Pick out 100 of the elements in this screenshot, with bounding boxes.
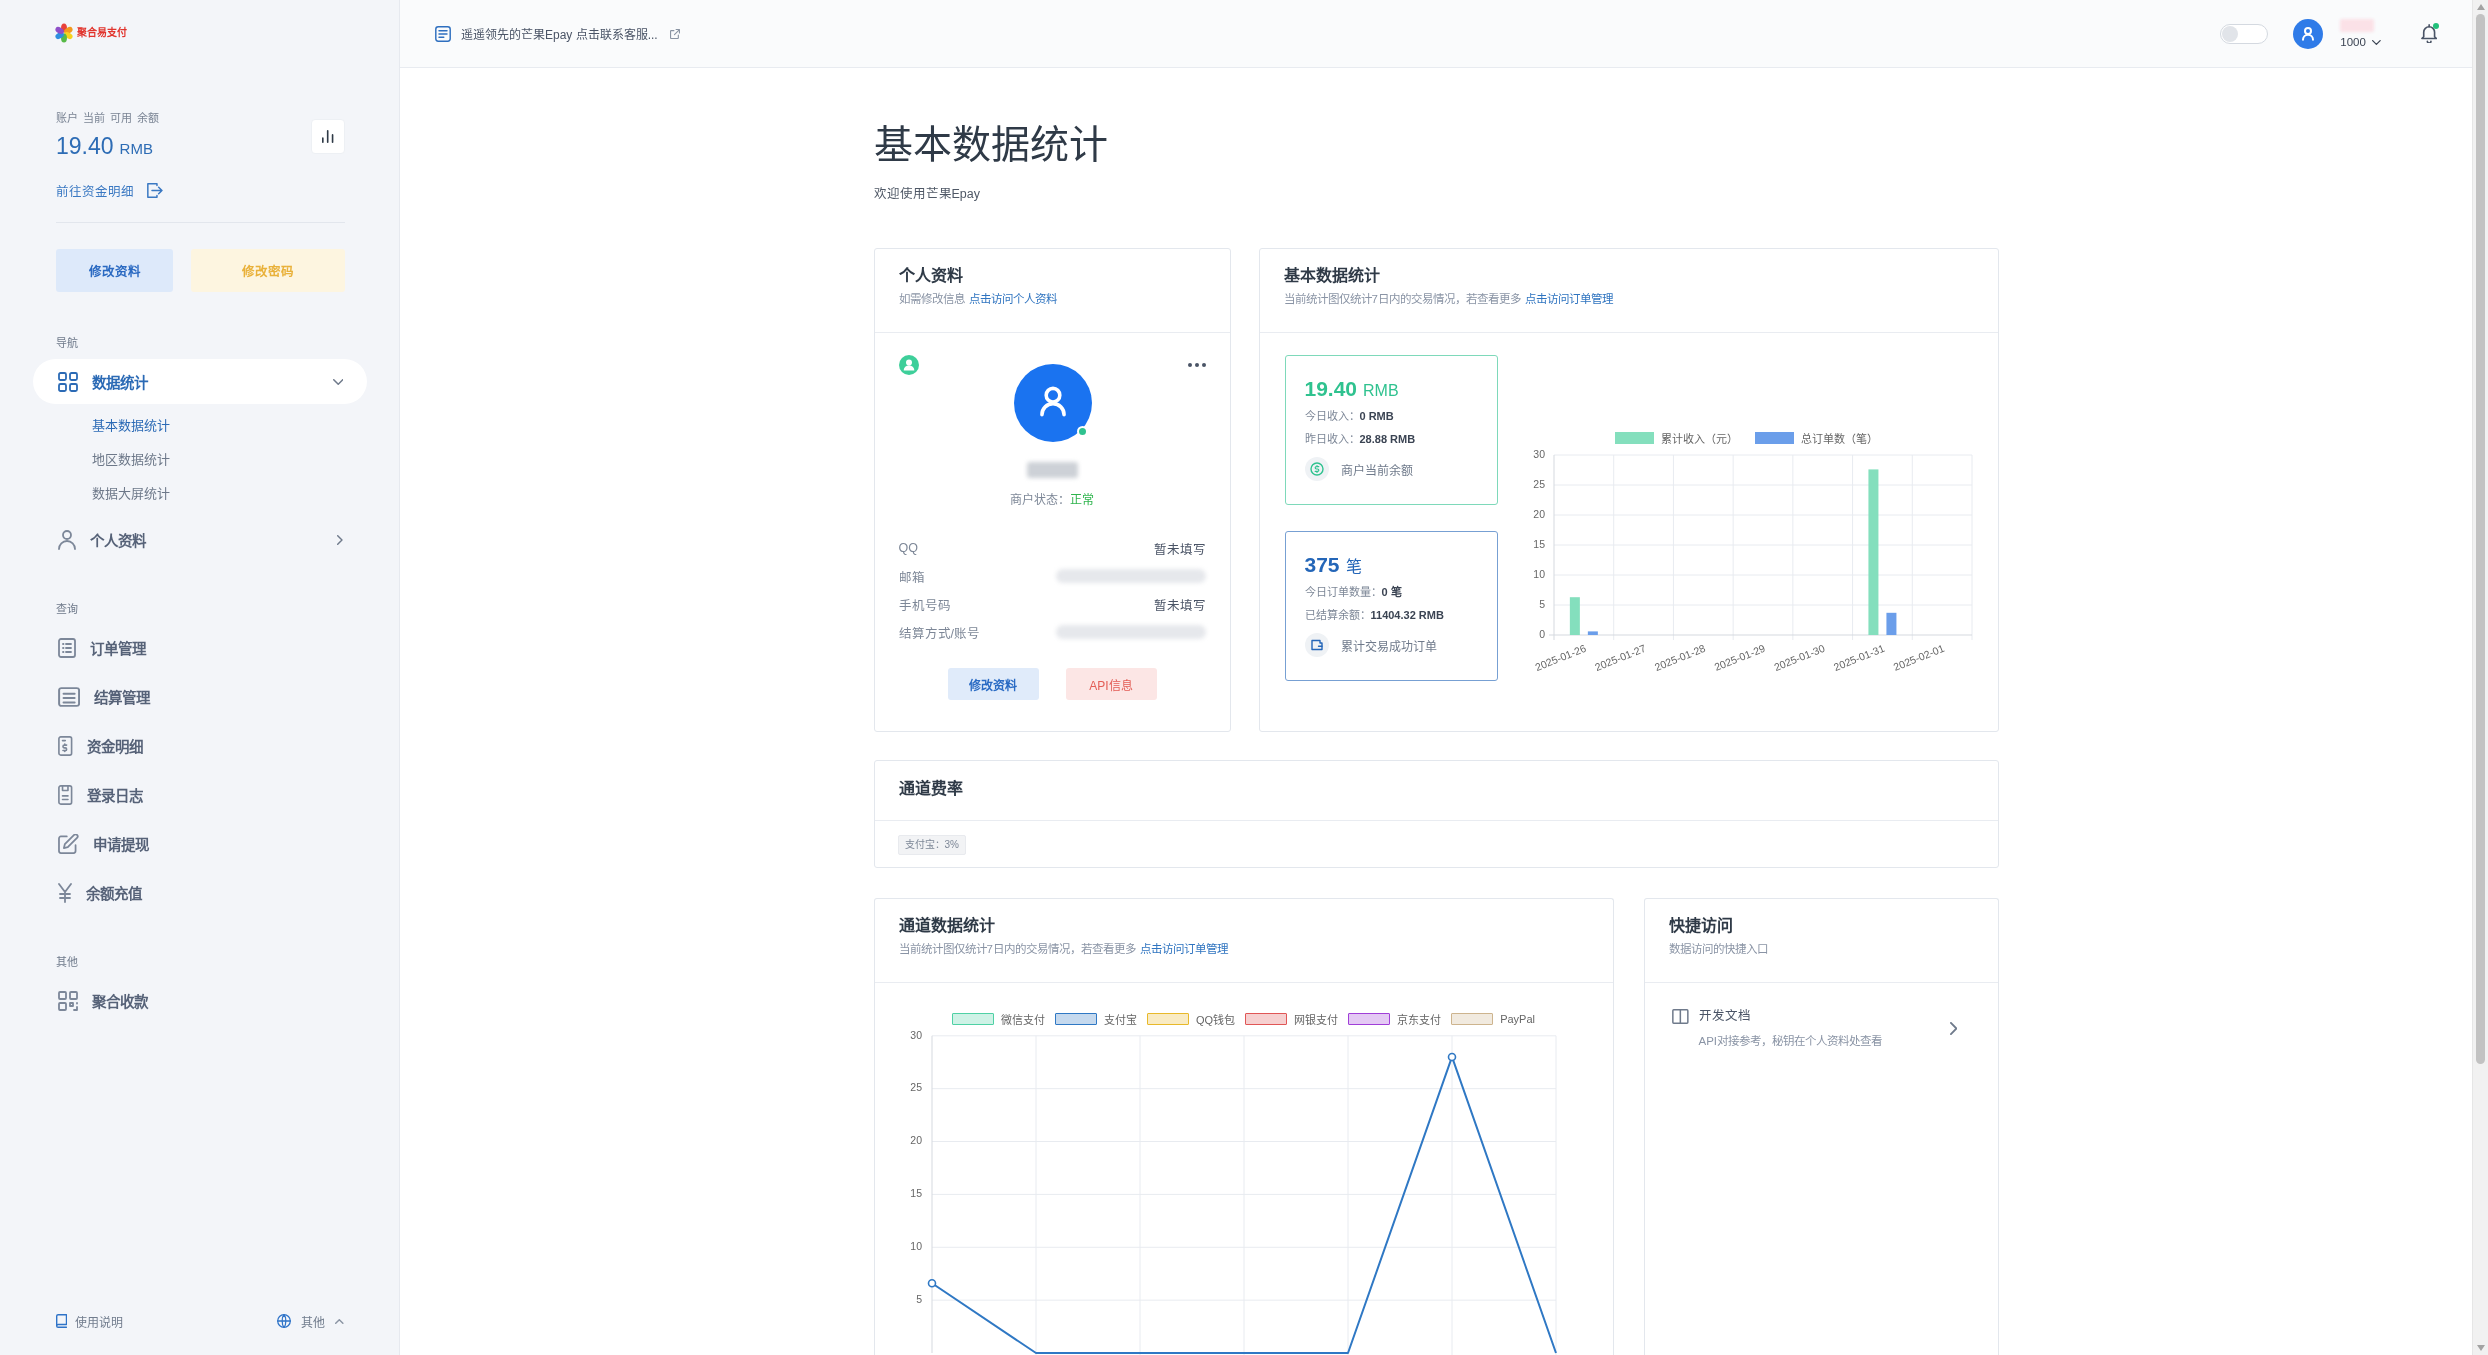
legend-label: 京东支付 (1397, 1013, 1442, 1027)
balance-amount: 19.40 (56, 132, 114, 161)
legend-label: 支付宝 (1104, 1013, 1137, 1027)
data-point (1447, 1052, 1456, 1062)
field-label: 手机号码 (898, 597, 951, 614)
chart-bar (1587, 631, 1598, 635)
y-tick-label: 15 (1532, 537, 1545, 550)
page-title: 基本数据统计 (873, 122, 1108, 168)
document-lines-icon (58, 686, 81, 707)
external-link-icon (669, 28, 680, 39)
toggle-switch[interactable] (2220, 23, 2269, 44)
section-heading: 其他 (56, 955, 78, 970)
y-tick-label: 30 (909, 1028, 922, 1041)
nav-subitem[interactable]: 地区数据统计 (92, 441, 170, 475)
logo-text: 聚合易支付 (77, 27, 127, 39)
chevron-down-icon (2371, 39, 2381, 45)
action-button[interactable]: 修改资料 (56, 249, 173, 292)
nav-item[interactable]: 数据统计 (33, 359, 367, 404)
nav-item[interactable]: 个人资料 (33, 517, 367, 562)
nav-item[interactable]: 余额充值 (33, 870, 367, 915)
avatar-icon[interactable] (2293, 18, 2324, 49)
card-title: 通道数据统计 (898, 915, 995, 936)
card-link[interactable]: 点击访问个人资料 (968, 293, 1057, 305)
section-heading: 导航 (56, 336, 78, 351)
y-tick-label: 20 (909, 1134, 922, 1147)
nav-subitem[interactable]: 基本数据统计 (92, 407, 170, 441)
card-link[interactable]: 点击访问订单管理 (1139, 943, 1228, 955)
legend-label: 总订单数（笔） (1801, 432, 1878, 446)
stat-unit: RMB (1363, 382, 1399, 400)
stat-detail: 今日订单数量：0 笔 (1304, 584, 1403, 600)
book-icon (56, 1314, 68, 1328)
chart-bar (1569, 597, 1580, 635)
yen-icon (58, 882, 72, 903)
field-label: 结算方式/账号 (898, 625, 980, 642)
field-label: 邮箱 (898, 569, 925, 586)
nav-item[interactable]: 登录日志 (33, 772, 367, 817)
more-icon[interactable] (1187, 363, 1206, 367)
grid-icon (58, 371, 78, 392)
flower-logo-icon (54, 23, 74, 43)
stat-caption: 商户当前余额 (1340, 462, 1413, 478)
chart-bar (1885, 612, 1896, 635)
field-label: QQ (898, 541, 918, 555)
scrollbar-thumb[interactable] (2476, 14, 2485, 1064)
more-menu[interactable]: 其他 (277, 1312, 344, 1330)
chevron-right-icon[interactable] (1949, 1021, 1958, 1035)
scroll-up-icon (2476, 4, 2485, 10)
action-button[interactable]: API信息 (1065, 668, 1157, 700)
currency-label: RMB (119, 140, 153, 157)
user-badge-icon (898, 355, 919, 375)
field-value: 暂未填写 (1153, 597, 1206, 614)
field-value: 暂未填写 (1153, 541, 1206, 558)
nav-item[interactable]: 订单管理 (33, 625, 367, 670)
quick-link[interactable]: 开发文档 (1698, 1006, 1751, 1026)
chart-button[interactable] (311, 118, 345, 154)
y-tick-label: 20 (1532, 507, 1545, 520)
card-subtitle: 数据访问的快捷入口 (1668, 942, 1768, 957)
stat-detail: 今日收入：0 RMB (1304, 409, 1395, 424)
card-subtitle: 当前统计图仅统计7日内的交易情况，若查看更多 点击访问订单管理 (1283, 292, 1613, 307)
card-link[interactable]: 点击访问订单管理 (1524, 293, 1613, 305)
quick-link-description: API对接参考，秘钥在个人资料处查看 (1698, 1034, 1883, 1049)
nav-item[interactable]: 结算管理 (33, 674, 367, 719)
y-tick-label: 25 (909, 1081, 922, 1094)
y-tick-label: 10 (909, 1240, 922, 1253)
nav-item[interactable]: 聚合收款 (33, 978, 367, 1023)
person-icon (58, 529, 76, 550)
y-tick-label: 5 (915, 1292, 922, 1305)
globe-icon (277, 1314, 292, 1328)
y-tick-label: 30 (1532, 447, 1545, 460)
action-button[interactable]: 修改资料 (947, 668, 1039, 700)
scroll-down-icon (2476, 1345, 2485, 1351)
legend-label: 微信支付 (1001, 1013, 1045, 1027)
wallet-icon (1304, 633, 1329, 657)
bell-icon[interactable] (2420, 24, 2437, 43)
user-menu[interactable]: 1000 (2340, 36, 2381, 48)
dollar-document-icon (58, 735, 73, 756)
nav-subitem[interactable]: 数据大屏统计 (92, 475, 170, 509)
stat-caption: 累计交易成功订单 (1340, 638, 1437, 654)
notice-link[interactable]: 遥遥领先的芒果Epay 点击联系客服... (461, 25, 658, 42)
legend-label: QQ钱包 (1196, 1013, 1236, 1027)
stat-detail: 昨日收入：28.88 RMB (1304, 432, 1417, 447)
card-title: 个人资料 (898, 266, 963, 286)
edit-icon (58, 833, 79, 854)
fund-details-link[interactable]: 前往资金明细 (56, 180, 134, 200)
stat-detail: 已结算余额：11404.32 RMB (1304, 608, 1445, 623)
nav-item[interactable]: 申请提现 (33, 821, 367, 866)
help-link[interactable]: 使用说明 (56, 1312, 124, 1330)
y-tick-label: 25 (1532, 477, 1545, 490)
dollar-coin-icon (1304, 457, 1329, 481)
balance-label: 账户 当前 可用 余额 (56, 111, 160, 126)
qr-code-icon (58, 990, 78, 1011)
card-subtitle: 当前统计图仅统计7日内的交易情况，若查看更多 点击访问订单管理 (898, 942, 1228, 957)
nav-item[interactable]: 资金明细 (33, 723, 367, 768)
stat-value: 375 (1304, 552, 1340, 578)
card-title: 基本数据统计 (1283, 265, 1380, 286)
export-icon (147, 182, 163, 198)
list-icon (58, 637, 76, 658)
avatar-icon (1014, 364, 1092, 442)
data-point (927, 1278, 936, 1288)
y-tick-label: 0 (1538, 627, 1545, 640)
stat-unit: 笔 (1345, 557, 1362, 577)
